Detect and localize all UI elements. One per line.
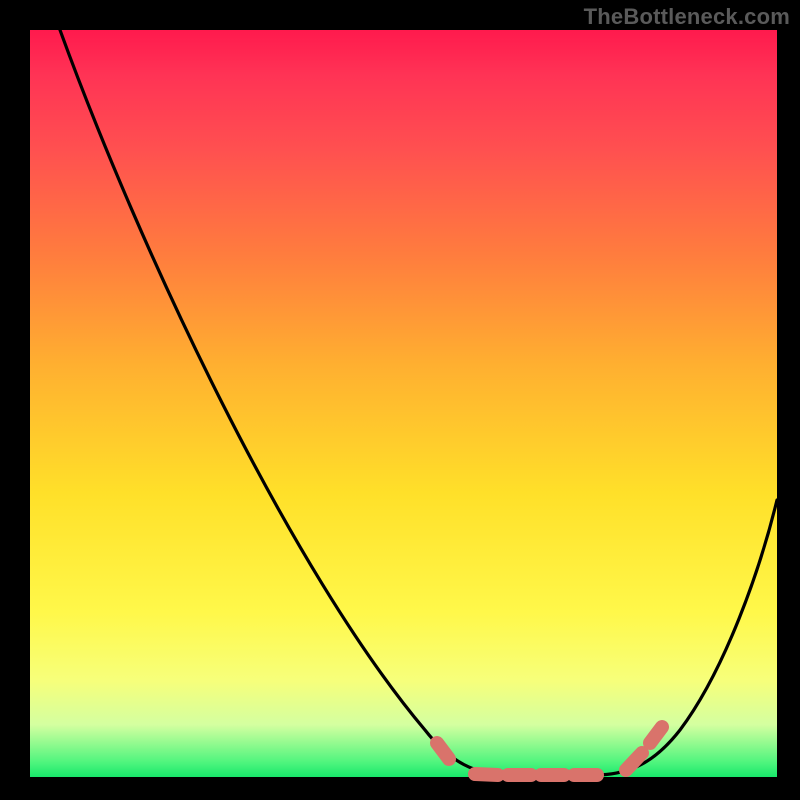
curve-path [60, 30, 777, 775]
watermark-text: TheBottleneck.com [584, 4, 790, 30]
bottleneck-curve [30, 30, 777, 777]
plot-area [30, 30, 777, 777]
chart-container: TheBottleneck.com [0, 0, 800, 800]
